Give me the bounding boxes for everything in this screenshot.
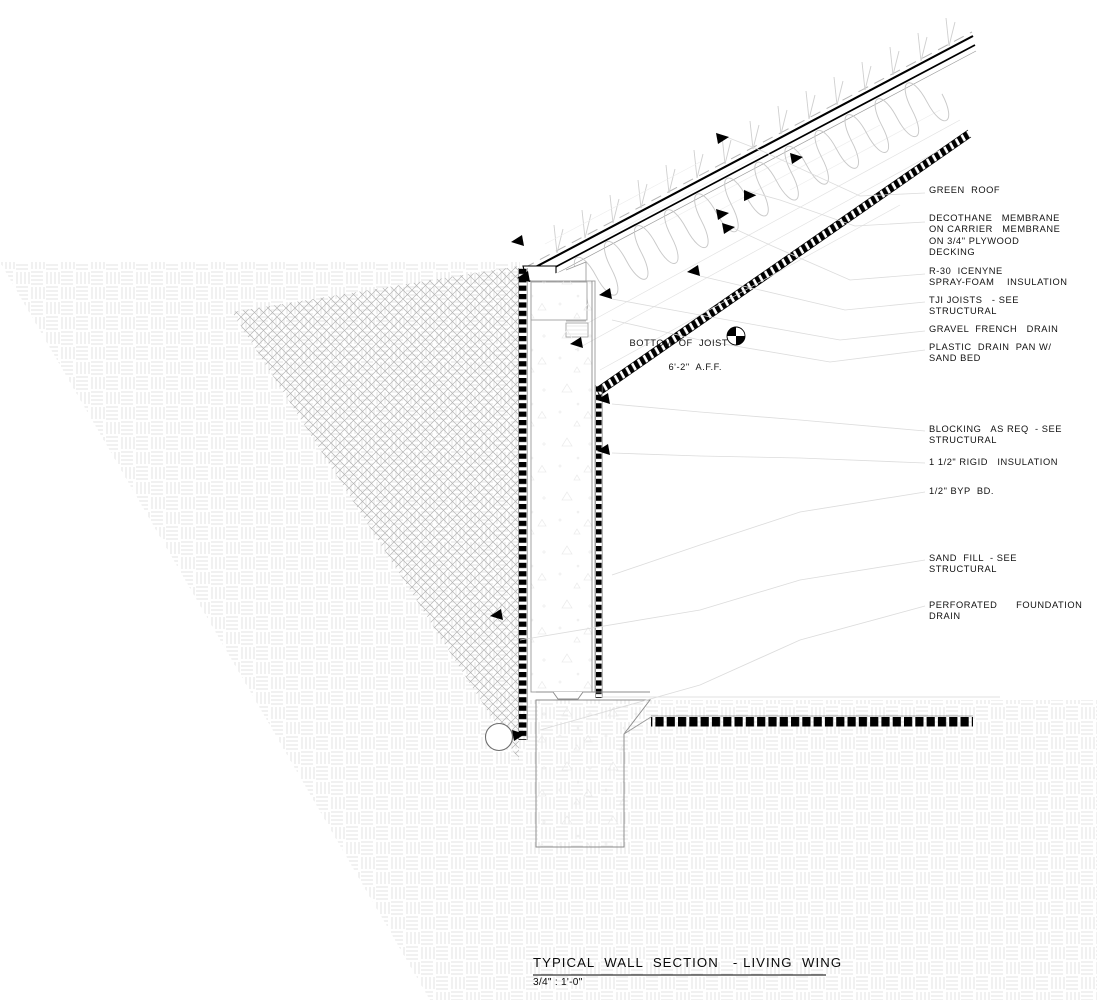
vegetation-strokes: [553, 17, 956, 254]
annotation-perforated-foundation-drain: PERFORATED FOUNDATION DRAIN: [929, 600, 1083, 622]
callout-bottom-of-joist-line2: 6'-2" A.F.F.: [668, 362, 722, 372]
annotation-plastic-drain-pan: PLASTIC DRAIN PAN W/ SAND BED: [929, 342, 1052, 364]
roof-soil-texture: [544, 109, 941, 245]
annotation-decothane-membrane: DECOTHANE MEMBRANE ON CARRIER MEMBRANE O…: [929, 213, 1061, 258]
annotation-blocking: BLOCKING AS REQ - SEE STRUCTURAL: [929, 424, 1063, 446]
annotation-green-roof: GREEN ROOF: [929, 185, 1001, 195]
annotation-rigid-insulation: 1 1/2" RIGID INSULATION: [929, 457, 1058, 467]
wall-section-drawing: [0, 17, 1097, 1000]
interior-board-band: [595, 385, 603, 698]
drawing-title: TYPICAL WALL SECTION - LIVING WING: [533, 955, 843, 970]
roof-membrane-lines: [525, 35, 977, 288]
annotation-gravel-french-drain: GRAVEL FRENCH DRAIN: [929, 324, 1059, 334]
level-datum-icon: [726, 326, 746, 346]
title-block: TYPICAL WALL SECTION - LIVING WING 3/4" …: [533, 955, 842, 988]
callout-bottom-of-joist-line1: BOTTOM OF JOIST: [629, 338, 729, 348]
annotation-sand-fill: SAND FILL - SEE STRUCTURAL: [929, 553, 1018, 575]
annotation-tji-joists: TJI JOISTS - SEE STRUCTURAL: [929, 295, 1019, 317]
green-roof-assembly: [523, 17, 973, 269]
annotation-byp-board: 1/2" BYP BD.: [929, 486, 995, 496]
wall-section-sheet: GREEN ROOF DECOTHANE MEMBRANE ON CARRIER…: [0, 0, 1097, 1000]
exterior-rigid-insulation-band: [518, 268, 528, 740]
perforated-foundation-drain: [484, 722, 514, 752]
concrete-wall: [530, 280, 596, 693]
annotation-icenyne-insulation: R-30 ICENYNE SPRAY-FOAM INSULATION: [929, 266, 1068, 288]
callout-bottom-of-joist: BOTTOM OF JOIST 6'-2" A.F.F.: [617, 325, 728, 397]
drawing-scale: 3/4" : 1'-0": [533, 977, 583, 988]
